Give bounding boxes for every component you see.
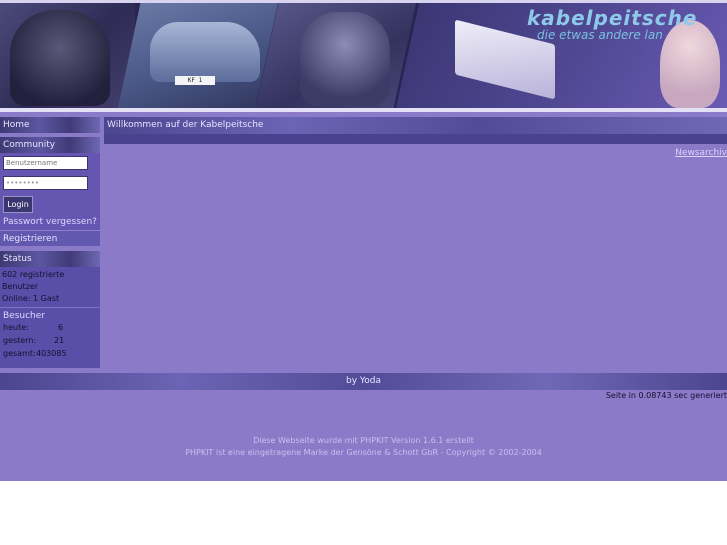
robot-image: [300, 12, 390, 106]
login-button[interactable]: Login: [3, 196, 33, 213]
forgot-password-link[interactable]: Passwort vergessen?: [3, 213, 97, 228]
site-logo: kabelpeitsche: [527, 6, 698, 30]
visitor-row-yesterday: gestern: 21: [0, 334, 100, 347]
site-banner: KF 1 kabelpeitsche die etwas andere lan: [0, 0, 727, 112]
left-sidebar: Home Community Login Passwort vergessen?…: [0, 117, 100, 368]
status-info: 602 registrierte Benutzer Online: 1 Gast: [0, 267, 100, 307]
nav-home[interactable]: Home: [0, 117, 100, 133]
visitor-row-total: gesamt: 403085: [0, 347, 100, 360]
visitor-label: gesamt:: [3, 349, 36, 358]
registered-users-count: 602 registrierte Benutzer: [2, 270, 65, 291]
visitor-value: 21: [54, 336, 65, 345]
username-input[interactable]: [3, 156, 88, 170]
login-form: Login Passwort vergessen?: [0, 153, 100, 230]
visitor-label: gestern:: [3, 336, 37, 345]
footer-bar: by Yoda: [0, 373, 727, 390]
password-input[interactable]: [3, 176, 88, 190]
register-link[interactable]: Registrieren: [0, 230, 100, 246]
community-header: Community: [0, 137, 100, 153]
visitor-value: 403085: [36, 349, 67, 358]
copyright-line-1: Diese Webseite wurde mit PHPKIT Version …: [253, 436, 474, 445]
sidebar-bottom: [0, 360, 100, 368]
site-slogan: die etwas andere lan: [537, 28, 663, 42]
visitor-label: heute:: [3, 323, 29, 332]
banner-bottom-line: [0, 108, 727, 112]
soldiers-image: [10, 10, 110, 106]
welcome-title: Willkommen auf der Kabelpeitsche: [104, 117, 727, 134]
status-header: Status: [0, 251, 100, 267]
visitor-value: 6: [58, 323, 64, 332]
welcome-subbar: [104, 134, 727, 144]
online-count: Online: 1 Gast: [2, 294, 60, 303]
copyright-line-2: PHPKIT ist eine eingetragene Marke der G…: [185, 448, 542, 457]
car-image: [150, 22, 260, 82]
newsarchiv-link[interactable]: Newsarchiv: [675, 148, 727, 158]
visitor-row-today: heute: 6: [0, 321, 100, 334]
generation-time: Seite in 0.08743 sec generiert: [605, 391, 727, 400]
woman-image: [660, 20, 720, 108]
car-plate: KF 1: [175, 76, 215, 85]
visitors-header: Besucher: [0, 307, 100, 321]
